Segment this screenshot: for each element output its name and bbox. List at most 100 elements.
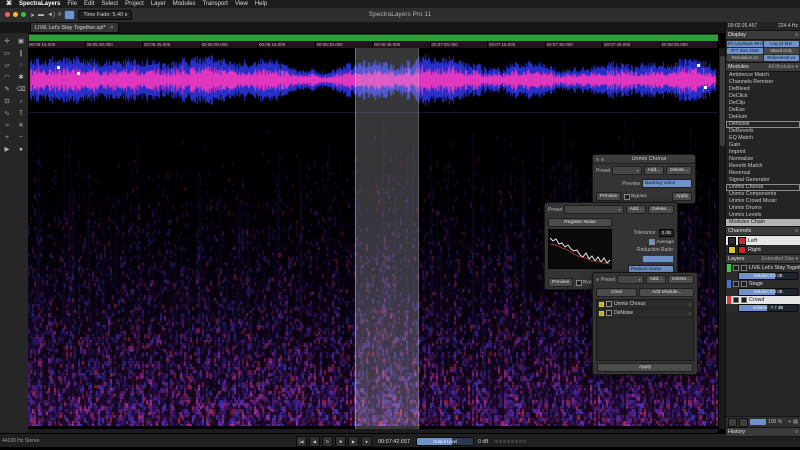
- apply-chain-button[interactable]: Apply: [597, 363, 693, 372]
- add-module-button[interactable]: Add Module...: [639, 288, 694, 297]
- zoom-in-tool-icon[interactable]: +: [0, 132, 14, 142]
- channel-row[interactable]: Left: [726, 236, 800, 245]
- menu-item[interactable]: SpectraLayers: [19, 0, 60, 8]
- preview-button[interactable]: Preview: [596, 192, 622, 201]
- chain-module-item[interactable]: 2 DeNoise ≡: [597, 309, 693, 318]
- layers-size-dropdown[interactable]: Extended Size ▾: [762, 256, 798, 262]
- preset-delete-button[interactable]: Delete...: [666, 166, 692, 175]
- layer-row[interactable]: Crowd: [726, 296, 800, 304]
- clear-chain-button[interactable]: Clear: [596, 288, 638, 297]
- register-noise-button[interactable]: Register Noise: [548, 218, 612, 227]
- ellipse-selection-tool-icon[interactable]: ○: [14, 60, 28, 70]
- display-option-chip[interactable]: FFT Size 2048: [727, 48, 763, 54]
- modules-filter-dropdown[interactable]: All Modules ▾: [768, 64, 798, 70]
- module-item[interactable]: Reversal: [726, 170, 800, 177]
- clone-stamp-tool-icon[interactable]: ⊡: [0, 96, 14, 106]
- module-item[interactable]: Unmix Drums: [726, 205, 800, 212]
- layer-solo-checkbox[interactable]: [741, 281, 747, 287]
- menu-item[interactable]: Transport: [202, 0, 227, 8]
- module-item[interactable]: Unmix Chorus: [726, 184, 800, 191]
- module-item[interactable]: DeEss: [726, 107, 800, 114]
- module-item[interactable]: Unmix Components: [726, 191, 800, 198]
- dialog-minimize-icon[interactable]: [601, 157, 604, 161]
- preset-delete-button[interactable]: Delete...: [668, 275, 694, 284]
- tolerance-field[interactable]: 3 dB: [658, 229, 674, 237]
- preset-add-button[interactable]: Add...: [625, 205, 647, 214]
- transform-tool-icon[interactable]: ✛: [0, 36, 14, 46]
- layer-option-button[interactable]: [728, 417, 737, 427]
- layer-visibility-checkbox[interactable]: [733, 265, 739, 271]
- chain-enable-checkbox[interactable]: [606, 301, 612, 307]
- preset-dropdown[interactable]: ▾: [612, 166, 642, 175]
- preview-mode-dropdown[interactable]: Backing Voice ▾: [642, 179, 692, 188]
- drag-handle-icon[interactable]: ≡: [688, 302, 691, 307]
- display-panel-header[interactable]: Display ≡: [726, 30, 800, 40]
- module-item[interactable]: DeClip: [726, 100, 800, 107]
- modules-panel-header[interactable]: Modules All Modules ▾: [726, 62, 800, 72]
- channels-panel-header[interactable]: Channels ≡: [726, 226, 800, 236]
- module-item[interactable]: EQ Match: [726, 135, 800, 142]
- module-item[interactable]: Unmix Crowd Music: [726, 198, 800, 205]
- channel-row[interactable]: Right: [726, 245, 800, 254]
- module-item[interactable]: DeHum: [726, 114, 800, 121]
- module-item[interactable]: DeBleed: [726, 86, 800, 93]
- layer-solo-checkbox[interactable]: [741, 297, 747, 303]
- layer-option-button[interactable]: [739, 417, 748, 427]
- apply-button[interactable]: Apply: [672, 192, 692, 201]
- bypass-checkbox[interactable]: Bypass: [624, 193, 647, 200]
- layer-visibility-checkbox[interactable]: [733, 281, 739, 287]
- panel-menu-icon[interactable]: ≡: [795, 32, 798, 38]
- layer-volume-slider[interactable]: Volume: 0.0 dB: [738, 272, 798, 280]
- display-option-chip[interactable]: Mixed Only: [763, 48, 799, 54]
- project-tab[interactable]: LIVE Let's Stay Together.spl* ✕: [30, 22, 119, 33]
- frequency-selection-tool-icon[interactable]: ∥: [14, 48, 28, 58]
- loop-button[interactable]: ↻: [322, 436, 333, 447]
- module-item[interactable]: Unmix Levels: [726, 212, 800, 219]
- module-item[interactable]: Gain: [726, 142, 800, 149]
- display-option-chip[interactable]: Resolution x4: [727, 55, 763, 61]
- preset-delete-button[interactable]: Delete...: [648, 205, 674, 214]
- menu-item[interactable]: Layer: [151, 0, 166, 8]
- unmix-chorus-title-bar[interactable]: Unmix Chorus: [593, 155, 695, 164]
- module-item[interactable]: DeNoise: [726, 121, 800, 128]
- preset-dropdown[interactable]: ▾: [617, 275, 644, 284]
- preset-dropdown[interactable]: ▾: [564, 205, 624, 214]
- layers-panel-header[interactable]: Layers Extended Size ▾: [726, 254, 800, 264]
- add-layer-icon[interactable]: +: [788, 419, 791, 425]
- preset-add-button[interactable]: Add...: [643, 166, 665, 175]
- time-selection-region[interactable]: [355, 48, 419, 429]
- chain-enable-checkbox[interactable]: [606, 310, 612, 316]
- magic-wand-tool-icon[interactable]: ✱: [14, 72, 28, 82]
- stop-button[interactable]: ■: [335, 436, 346, 447]
- layer-volume-slider[interactable]: Volume: -7.7 dB: [738, 304, 798, 312]
- module-item[interactable]: Normalize: [726, 156, 800, 163]
- menu-item[interactable]: Select: [101, 0, 118, 8]
- display-option-chip[interactable]: Refinement x4: [763, 55, 799, 61]
- panel-menu-icon[interactable]: ≡: [795, 429, 798, 435]
- layer-size-slider[interactable]: [750, 419, 766, 425]
- frequency-pencil-tool-icon[interactable]: ∿: [0, 108, 14, 118]
- zoom-out-tool-icon[interactable]: −: [14, 132, 28, 142]
- display-option-chip[interactable]: Log 24 kHz: [763, 41, 799, 47]
- record-tool-icon[interactable]: ●: [14, 144, 28, 154]
- drag-handle-icon[interactable]: ≡: [688, 311, 691, 316]
- output-level-slider[interactable]: Output Level: [416, 437, 475, 446]
- display-option-chip[interactable]: 4th Amplitude 99 dB: [727, 41, 763, 47]
- harmonic-tool-icon[interactable]: ♪: [14, 96, 28, 106]
- lasso-selection-tool-icon[interactable]: ◠: [0, 72, 14, 82]
- module-item[interactable]: Reverb Match: [726, 163, 800, 170]
- group-layer-icon[interactable]: ▤: [793, 419, 798, 425]
- preset-add-button[interactable]: Add...: [645, 275, 667, 284]
- menu-item[interactable]: Modules: [173, 0, 196, 8]
- reduction-ratio-slider[interactable]: [642, 255, 674, 263]
- menu-item[interactable]: View: [235, 0, 248, 8]
- chain-module-item[interactable]: 1 Unmix Chorus ≡: [597, 300, 693, 309]
- time-selection-tool-icon[interactable]: ▭: [0, 48, 14, 58]
- text-tool-icon[interactable]: T: [14, 108, 28, 118]
- apple-menu-icon[interactable]: ⌘: [6, 0, 12, 8]
- module-item[interactable]: Ambience Match: [726, 72, 800, 79]
- cut-tool-icon[interactable]: ✕: [14, 120, 28, 130]
- time-ruler[interactable]: 00:05:15.000 00:05:30.000 00:05:45.000 00:0…: [28, 41, 718, 48]
- rectangle-selection-tool-icon[interactable]: ▱: [0, 60, 14, 70]
- menu-item[interactable]: Help: [255, 0, 267, 8]
